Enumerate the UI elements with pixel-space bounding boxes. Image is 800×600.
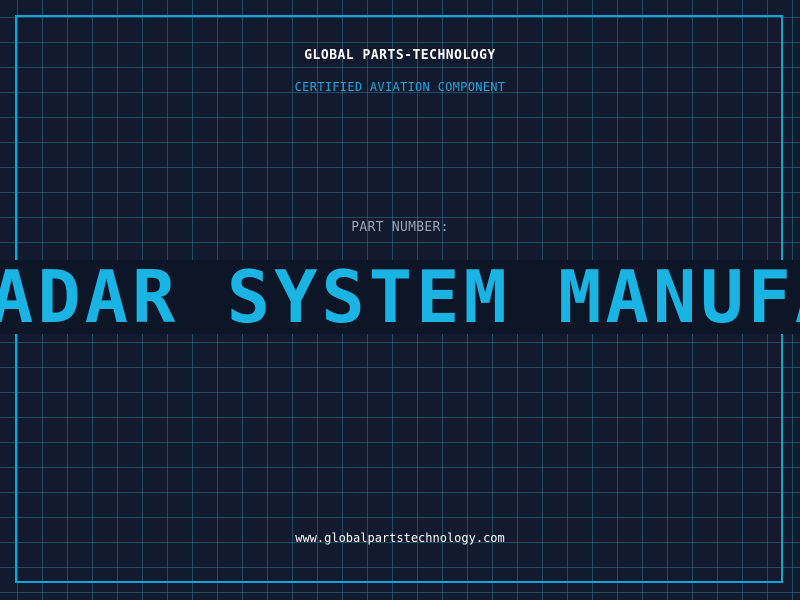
website-url[interactable]: www.globalpartstechnology.com (0, 531, 800, 545)
part-number-band: ADAR SYSTEM MANUFA (0, 260, 800, 334)
part-number-label: PART NUMBER: (351, 220, 449, 235)
certificate-canvas: GLOBAL PARTS-TECHNOLOGY CERTIFIED AVIATI… (0, 0, 800, 600)
part-number-value: ADAR SYSTEM MANUFA (0, 260, 800, 334)
company-name: GLOBAL PARTS-TECHNOLOGY (304, 48, 496, 63)
certification-subtitle: CERTIFIED AVIATION COMPONENT (294, 80, 506, 94)
